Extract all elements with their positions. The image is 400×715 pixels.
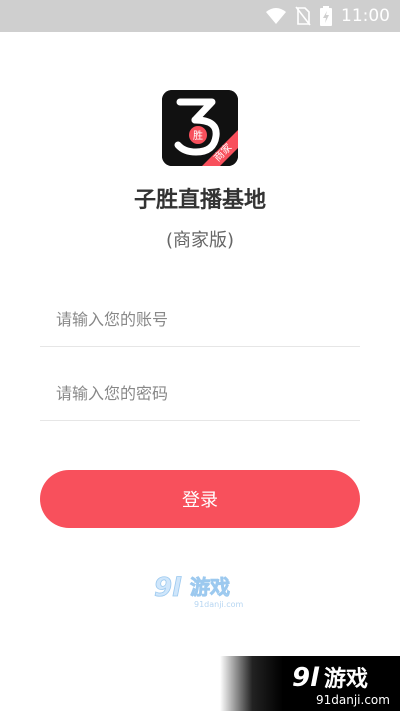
app-title: 子胜直播基地 xyxy=(133,188,266,213)
logo-badge-char: 胜 xyxy=(193,130,203,142)
status-time: 11:00 xyxy=(341,6,390,26)
login-button[interactable]: 登录 xyxy=(40,470,360,528)
app-logo: 胜 商家 xyxy=(162,90,238,166)
battery-charging-icon xyxy=(319,6,333,26)
account-field xyxy=(40,292,360,347)
password-field xyxy=(40,366,360,421)
app-subtitle: (商家版) xyxy=(165,230,235,251)
svg-text:游戏: 游戏 xyxy=(324,666,368,692)
wifi-icon xyxy=(265,7,287,25)
svg-text:9l: 9l xyxy=(154,573,182,603)
password-input[interactable] xyxy=(40,366,360,420)
svg-text:9l: 9l xyxy=(292,663,320,693)
no-sim-icon xyxy=(295,6,311,26)
watermark-corner: 9l 游戏 91danji.com xyxy=(220,656,400,711)
watermark-logo: 9l 游戏 91danji.com xyxy=(154,570,250,610)
svg-text:游戏: 游戏 xyxy=(190,575,230,599)
account-input[interactable] xyxy=(40,292,360,346)
status-bar: 11:00 xyxy=(0,0,400,32)
svg-text:91danji.com: 91danji.com xyxy=(194,600,244,609)
svg-text:91danji.com: 91danji.com xyxy=(316,693,390,707)
